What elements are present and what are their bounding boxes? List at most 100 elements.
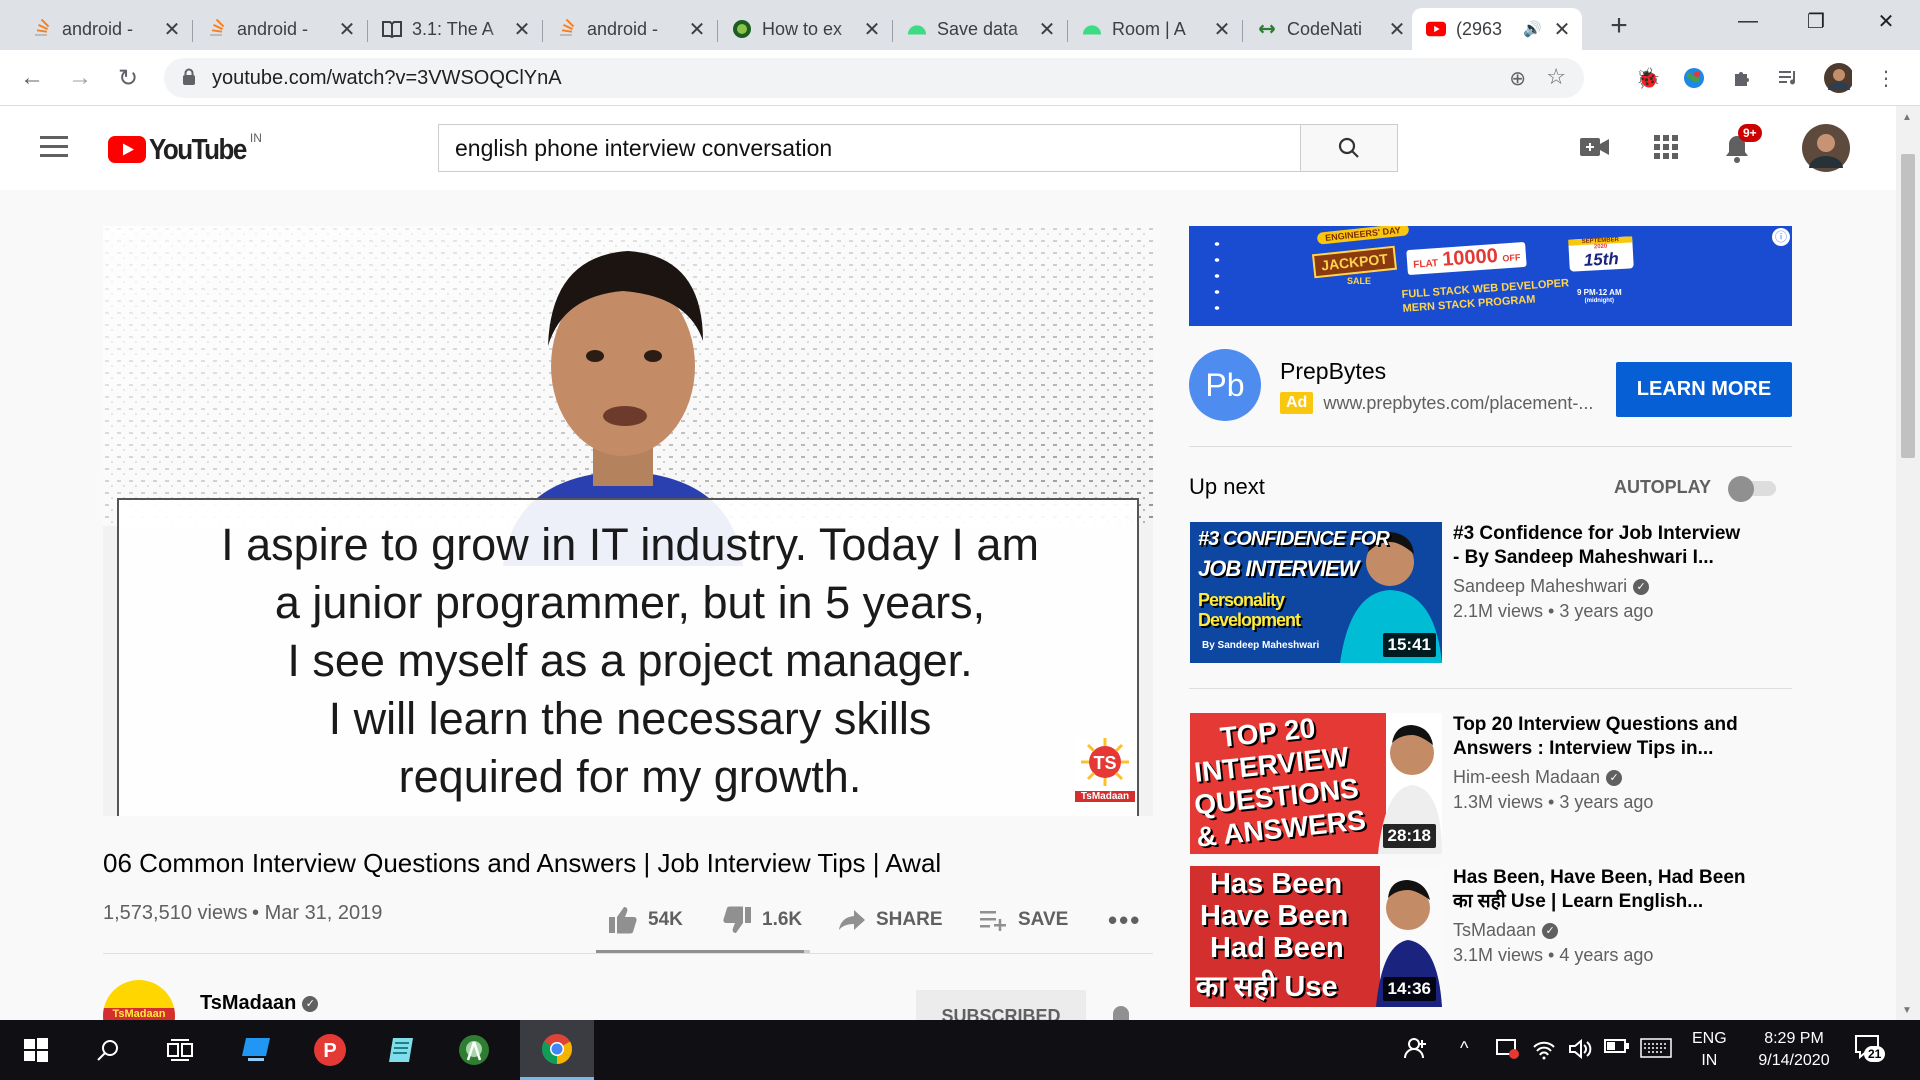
- ad-banner[interactable]: ENGINEERS' DAY JACKPOT SALE FLAT 10000 O…: [1189, 226, 1792, 326]
- video-thumbnail[interactable]: Has Been Have Been Had Been का सही Use 1…: [1190, 866, 1442, 1007]
- minimize-button[interactable]: —: [1714, 0, 1782, 42]
- extension-bug-icon[interactable]: 🐞: [1634, 64, 1662, 92]
- close-tab-icon[interactable]: ✕: [862, 17, 882, 42]
- up-next-item[interactable]: Top 20 Interview Questions and Answers :…: [1453, 713, 1793, 813]
- scroll-up-arrow-icon[interactable]: ▲: [1902, 112, 1912, 123]
- close-tab-icon[interactable]: ✕: [687, 17, 707, 42]
- browser-tab[interactable]: Room | A ✕: [1068, 8, 1242, 50]
- add-icon[interactable]: ⊕: [1509, 66, 1526, 91]
- verified-icon: ✓: [1606, 770, 1623, 787]
- browser-tab[interactable]: android - ✕: [193, 8, 367, 50]
- up-next-item[interactable]: #3 Confidence for Job Interview - By San…: [1453, 522, 1793, 622]
- back-button[interactable]: ←: [16, 62, 48, 94]
- close-tab-icon[interactable]: ✕: [512, 17, 532, 42]
- search-button[interactable]: [1300, 124, 1398, 172]
- close-tab-icon[interactable]: ✕: [1552, 17, 1572, 42]
- browser-tab[interactable]: How to ex ✕: [718, 8, 892, 50]
- extension-globe-icon[interactable]: [1680, 64, 1708, 92]
- chrome-menu-icon[interactable]: ⋮: [1872, 64, 1900, 92]
- video-title-line: Answers : Interview Tips in...: [1453, 738, 1714, 759]
- more-actions-icon[interactable]: •••: [1108, 902, 1141, 938]
- keyboard-region: IN: [1701, 1052, 1718, 1069]
- media-control-icon[interactable]: [1776, 64, 1804, 92]
- browser-tab[interactable]: 3.1: The A ✕: [368, 8, 542, 50]
- scroll-down-arrow-icon[interactable]: ▼: [1902, 1005, 1912, 1016]
- close-tab-icon[interactable]: ✕: [337, 17, 357, 42]
- advertiser-logo[interactable]: Pb: [1189, 349, 1261, 421]
- video-title-line: - By Sandeep Maheshwari I...: [1453, 547, 1714, 568]
- new-tab-button[interactable]: +: [1602, 10, 1636, 44]
- forward-button[interactable]: →: [64, 62, 96, 94]
- wifi-icon[interactable]: [1532, 1038, 1556, 1065]
- notepad-icon[interactable]: [366, 1020, 438, 1080]
- autoplay-label: AUTOPLAY: [1614, 477, 1712, 497]
- clock[interactable]: 8:29 PM 9/14/2020: [1746, 1028, 1842, 1072]
- notifications-bell-icon[interactable]: 9+: [1724, 124, 1762, 169]
- close-tab-icon[interactable]: ✕: [162, 17, 182, 42]
- profile-avatar-icon[interactable]: [1824, 63, 1852, 93]
- close-tab-icon[interactable]: ✕: [1212, 17, 1232, 42]
- account-avatar[interactable]: [1802, 124, 1850, 177]
- action-center-icon[interactable]: 21: [1854, 1034, 1886, 1067]
- browser-tab-active[interactable]: (2963 🔊 ✕: [1412, 8, 1582, 50]
- up-next-item[interactable]: Has Been, Have Been, Had Been का सही Use…: [1453, 866, 1793, 966]
- apps-grid-icon[interactable]: [1654, 135, 1678, 159]
- psiphon-icon[interactable]: P: [294, 1020, 366, 1080]
- people-icon[interactable]: [1404, 1036, 1428, 1065]
- task-view-icon[interactable]: [144, 1020, 216, 1080]
- save-button[interactable]: SAVE: [980, 902, 1068, 938]
- volume-icon[interactable]: [1568, 1038, 1592, 1065]
- close-tab-icon[interactable]: ✕: [1387, 17, 1407, 42]
- share-button[interactable]: SHARE: [838, 902, 943, 938]
- share-label: SHARE: [876, 909, 943, 930]
- video-duration: 14:36: [1382, 977, 1436, 1001]
- close-window-button[interactable]: ✕: [1852, 0, 1920, 42]
- banner-day: 15th: [1583, 249, 1620, 270]
- youtube-logo[interactable]: YouTube IN: [108, 130, 262, 165]
- browser-tab[interactable]: android - ✕: [543, 8, 717, 50]
- touch-keyboard-icon[interactable]: [1640, 1038, 1672, 1063]
- windows-start-icon[interactable]: [0, 1020, 72, 1080]
- security-alert-icon[interactable]: [1496, 1038, 1520, 1065]
- advertiser-name[interactable]: PrepBytes: [1280, 358, 1386, 385]
- create-video-icon[interactable]: [1580, 136, 1610, 163]
- language-indicator[interactable]: ENG IN: [1692, 1028, 1727, 1072]
- channel-name[interactable]: TsMadaan ✓: [200, 992, 319, 1015]
- banner-sale: SALE: [1347, 276, 1372, 286]
- ad-url[interactable]: www.prepbytes.com/placement-...: [1323, 393, 1593, 414]
- thumbs-down-icon: [723, 906, 751, 933]
- browser-tab[interactable]: android - ✕: [18, 8, 192, 50]
- close-tab-icon[interactable]: ✕: [1037, 17, 1057, 42]
- address-bar[interactable]: youtube.com/watch?v=3VWSOQClYnA ⊕ ☆: [164, 58, 1584, 98]
- browser-tab[interactable]: CodeNati ✕: [1243, 8, 1417, 50]
- like-button[interactable]: 54K: [608, 902, 683, 938]
- search-input[interactable]: english phone interview conversation: [438, 124, 1300, 172]
- publish-date: Mar 31, 2019: [264, 902, 383, 924]
- hamburger-menu-icon[interactable]: [40, 136, 68, 158]
- search-icon[interactable]: [72, 1020, 144, 1080]
- channel-name: Him-eesh Madaan: [1453, 767, 1601, 787]
- country-code: IN: [249, 130, 262, 145]
- battery-icon[interactable]: [1604, 1038, 1630, 1059]
- video-thumbnail[interactable]: TOP 20 INTERVIEW QUESTIONS & ANSWERS 28:…: [1190, 713, 1442, 854]
- tab-title: Room | A: [1112, 18, 1186, 39]
- reload-button[interactable]: ↻: [112, 62, 144, 94]
- scrollbar-thumb[interactable]: [1901, 154, 1915, 458]
- autoplay-toggle[interactable]: [1728, 476, 1778, 502]
- this-pc-icon[interactable]: [222, 1020, 294, 1080]
- learn-more-button[interactable]: LEARN MORE: [1616, 362, 1792, 417]
- extensions-puzzle-icon[interactable]: [1728, 64, 1756, 92]
- tab-title: (2963: [1456, 18, 1503, 39]
- bookmark-star-icon[interactable]: ☆: [1546, 64, 1566, 90]
- video-thumbnail[interactable]: #3 CONFIDENCE FOR JOB INTERVIEW Personal…: [1190, 522, 1442, 663]
- android-studio-icon[interactable]: [438, 1020, 510, 1080]
- chrome-taskbar-icon[interactable]: [520, 1020, 594, 1080]
- show-hidden-icons-chevron-icon[interactable]: ^: [1460, 1038, 1468, 1059]
- maximize-button[interactable]: ❐: [1782, 0, 1850, 42]
- browser-tab[interactable]: Save data ✕: [893, 8, 1067, 50]
- speaker-icon[interactable]: 🔊: [1523, 20, 1542, 38]
- ad-info-icon[interactable]: ⓘ: [1772, 228, 1790, 246]
- dislike-button[interactable]: 1.6K: [722, 902, 802, 938]
- page-scrollbar[interactable]: ▲ ▼: [1896, 106, 1920, 1020]
- video-player[interactable]: I aspire to grow in IT industry. Today I…: [103, 226, 1153, 816]
